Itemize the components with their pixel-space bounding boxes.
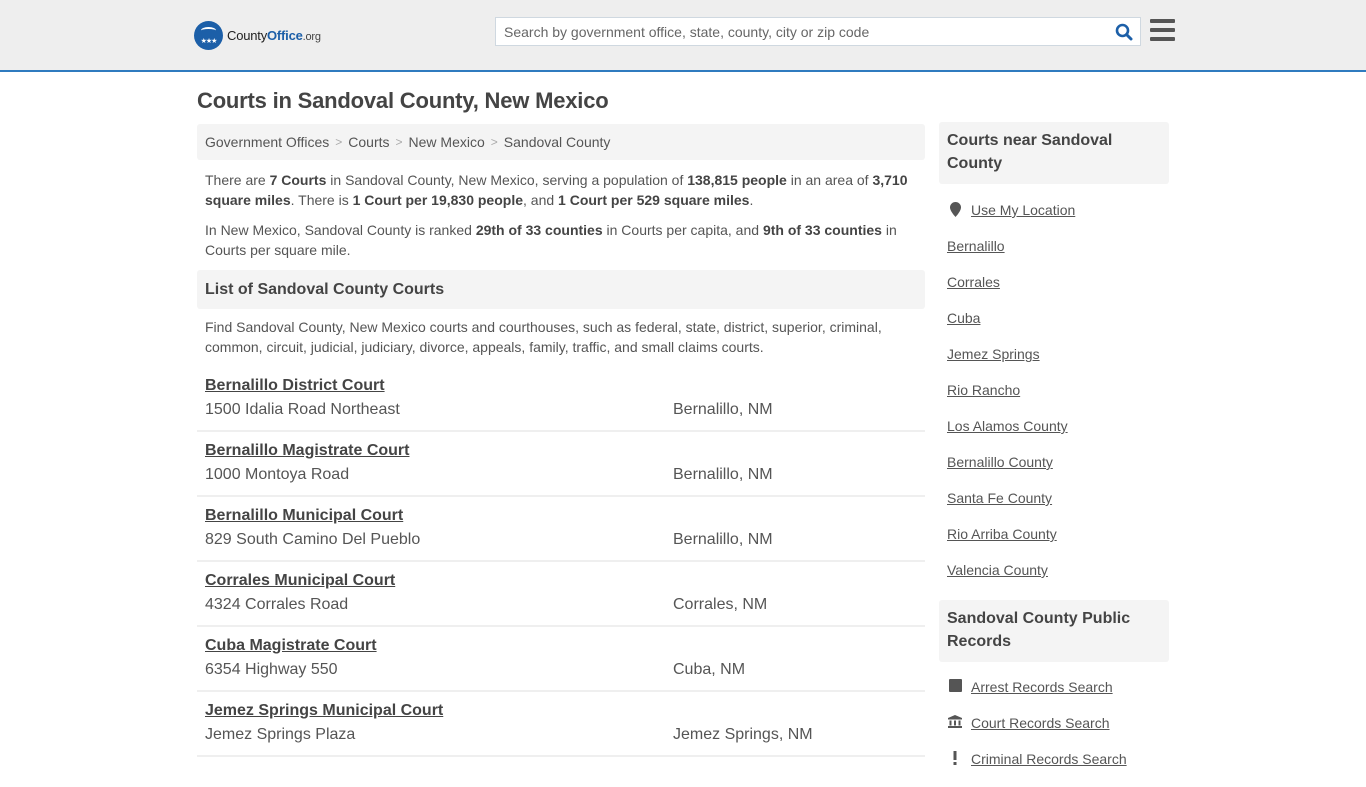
breadcrumb: Government Offices > Courts > New Mexico… xyxy=(197,124,925,160)
nearby-link-item: Valencia County xyxy=(947,562,1161,598)
nearby-courts-heading: Courts near Sandoval County xyxy=(939,122,1169,184)
hamburger-menu-button[interactable] xyxy=(1150,19,1175,42)
nearby-link-bernalillo-county[interactable]: Bernalillo County xyxy=(947,454,1053,470)
court-name-link[interactable]: Cuba Magistrate Court xyxy=(205,637,377,655)
public-records-list: Arrest Records Search Court Records Sear… xyxy=(939,662,1169,787)
court-address: 1500 Idalia Road Northeast xyxy=(205,401,400,418)
nearby-link-cuba[interactable]: Cuba xyxy=(947,310,980,326)
hamburger-menu-icon xyxy=(1150,19,1175,23)
nearby-link-item: Cuba xyxy=(947,310,1161,346)
records-link-item: Criminal Records Search xyxy=(947,751,1161,787)
breadcrumb-current: Sandoval County xyxy=(503,134,611,150)
site-logo[interactable]: ★★★ CountyOffice.org xyxy=(194,20,321,50)
page-title: Courts in Sandoval County, New Mexico xyxy=(197,88,609,113)
exclamation-icon xyxy=(947,751,963,765)
intro-text: There are 7 Courts in Sandoval County, N… xyxy=(197,160,925,260)
court-city: Cuba, NM xyxy=(673,661,746,678)
criminal-records-search-link[interactable]: Criminal Records Search xyxy=(971,751,1127,767)
breadcrumb-separator: > xyxy=(490,135,498,149)
court-list-item: Bernalillo Magistrate Court 1000 Montoya… xyxy=(197,432,925,497)
use-location-item: Use My Location xyxy=(947,202,1161,238)
search-input[interactable] xyxy=(496,18,1108,45)
court-name-link[interactable]: Bernalillo Municipal Court xyxy=(205,507,403,525)
nearby-link-rio-rancho[interactable]: Rio Rancho xyxy=(947,382,1020,398)
court-address: 6354 Highway 550 xyxy=(205,661,338,678)
breadcrumb-courts[interactable]: Courts xyxy=(348,134,389,150)
court-city: Jemez Springs, NM xyxy=(673,726,813,743)
courthouse-icon xyxy=(947,715,963,728)
court-stats-paragraph: There are 7 Courts in Sandoval County, N… xyxy=(205,172,908,208)
nearby-link-valencia-county[interactable]: Valencia County xyxy=(947,562,1048,578)
nearby-link-los-alamos-county[interactable]: Los Alamos County xyxy=(947,418,1068,434)
public-records-heading: Sandoval County Public Records xyxy=(939,600,1169,662)
nearby-link-item: Bernalillo xyxy=(947,238,1161,274)
court-list-item: Corrales Municipal Court 4324 Corrales R… xyxy=(197,562,925,627)
search-box xyxy=(495,17,1141,46)
court-list-item: Jemez Springs Municipal Court Jemez Spri… xyxy=(197,692,925,757)
nearby-link-item: Rio Arriba County xyxy=(947,526,1161,562)
records-link-item: Arrest Records Search xyxy=(947,679,1161,715)
nearby-link-item: Santa Fe County xyxy=(947,490,1161,526)
nearby-courts-list: Use My Location Bernalillo Corrales Cuba… xyxy=(939,184,1169,598)
nearby-link-santa-fe-county[interactable]: Santa Fe County xyxy=(947,490,1052,506)
nearby-link-item: Bernalillo County xyxy=(947,454,1161,490)
search-button[interactable] xyxy=(1108,18,1140,45)
nearby-link-bernalillo[interactable]: Bernalillo xyxy=(947,238,1005,254)
nearby-link-jemez-springs[interactable]: Jemez Springs xyxy=(947,346,1040,362)
court-address: 4324 Corrales Road xyxy=(205,596,349,613)
court-list-item: Bernalillo District Court 1500 Idalia Ro… xyxy=(197,367,925,432)
nearby-link-rio-arriba-county[interactable]: Rio Arriba County xyxy=(947,526,1057,542)
court-list-heading: List of Sandoval County Courts xyxy=(197,270,925,309)
court-name-link[interactable]: Corrales Municipal Court xyxy=(205,572,395,590)
court-city: Bernalillo, NM xyxy=(673,401,773,418)
breadcrumb-new-mexico[interactable]: New Mexico xyxy=(409,134,485,150)
public-records-block: Sandoval County Public Records Arrest Re… xyxy=(939,600,1169,787)
court-list: Bernalillo District Court 1500 Idalia Ro… xyxy=(197,367,925,757)
arrest-records-search-link[interactable]: Arrest Records Search xyxy=(971,679,1113,695)
nearby-link-item: Corrales xyxy=(947,274,1161,310)
use-my-location-link[interactable]: Use My Location xyxy=(971,202,1075,218)
eagle-logo-icon: ★★★ xyxy=(194,20,223,50)
main-content: Government Offices > Courts > New Mexico… xyxy=(197,124,925,757)
top-header: ★★★ CountyOffice.org xyxy=(0,0,1366,72)
court-address: 829 South Camino Del Pueblo xyxy=(205,531,421,548)
nearby-link-item: Rio Rancho xyxy=(947,382,1161,418)
ranking-paragraph: In New Mexico, Sandoval County is ranked… xyxy=(205,222,897,258)
court-list-item: Cuba Magistrate Court 6354 Highway 550 C… xyxy=(197,627,925,692)
map-pin-icon xyxy=(947,202,963,217)
records-link-item: Court Records Search xyxy=(947,715,1161,751)
breadcrumb-separator: > xyxy=(335,135,343,149)
logo-text: CountyOffice.org xyxy=(227,27,321,43)
court-name-link[interactable]: Jemez Springs Municipal Court xyxy=(205,702,443,720)
court-city: Corrales, NM xyxy=(673,596,768,613)
court-city: Bernalillo, NM xyxy=(673,531,773,548)
nearby-link-item: Los Alamos County xyxy=(947,418,1161,454)
nearby-link-corrales[interactable]: Corrales xyxy=(947,274,1000,290)
breadcrumb-government-offices[interactable]: Government Offices xyxy=(205,134,329,150)
court-name-link[interactable]: Bernalillo District Court xyxy=(205,377,385,395)
court-records-search-link[interactable]: Court Records Search xyxy=(971,715,1110,731)
court-city: Bernalillo, NM xyxy=(673,466,773,483)
court-address: 1000 Montoya Road xyxy=(205,466,350,483)
court-list-item: Bernalillo Municipal Court 829 South Cam… xyxy=(197,497,925,562)
court-address: Jemez Springs Plaza xyxy=(205,726,356,743)
breadcrumb-separator: > xyxy=(395,135,403,149)
search-icon xyxy=(1115,23,1133,40)
court-list-description: Find Sandoval County, New Mexico courts … xyxy=(205,319,882,355)
sidebar: Courts near Sandoval County Use My Locat… xyxy=(939,122,1169,787)
court-name-link[interactable]: Bernalillo Magistrate Court xyxy=(205,442,409,460)
nearby-link-item: Jemez Springs xyxy=(947,346,1161,382)
square-icon xyxy=(947,679,963,692)
